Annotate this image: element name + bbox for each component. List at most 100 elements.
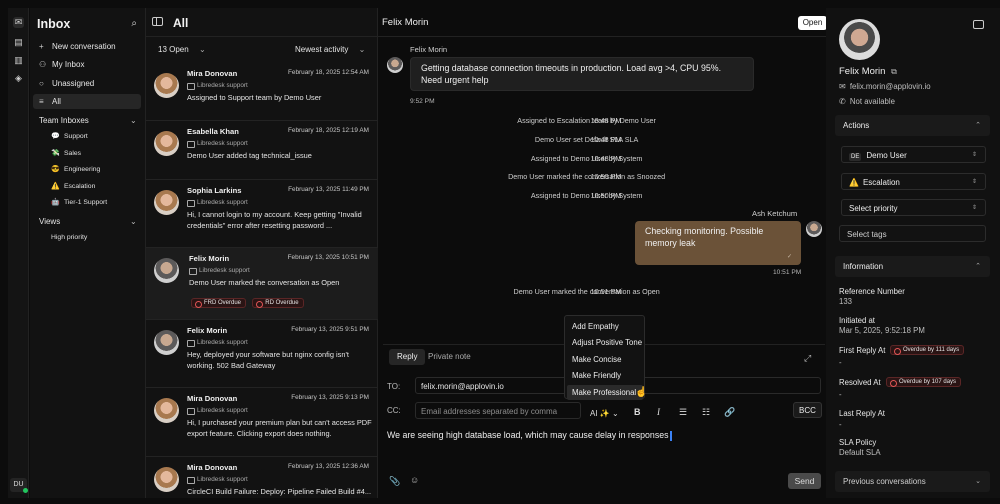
view-item-high-priority[interactable]: High priority — [51, 232, 87, 244]
conversation-item[interactable]: Mira Donovan February 18, 2025 12:54 AM … — [146, 63, 378, 121]
expand-icon[interactable]: ⤢ — [804, 353, 811, 364]
user-avatar[interactable]: DU — [10, 478, 28, 493]
mail-icon: ✉ — [839, 82, 846, 91]
app-window: ✉ ▤ ▥ ◈ DU Inbox ⌕ + New conversation ⚇ My… — [0, 0, 1000, 504]
chevron-down-icon: ⌄ — [198, 45, 206, 54]
avatar — [154, 467, 179, 492]
cc-field[interactable]: Email addresses separated by comma — [415, 402, 581, 419]
circle-icon: ○ — [39, 79, 44, 88]
customer-avatar — [387, 57, 403, 73]
team-item-escalation[interactable]: ⚠️ Escalation — [51, 181, 95, 193]
field-value: Default SLA — [839, 448, 881, 457]
sidebar: Inbox ⌕ + New conversation ⚇ My Inbox ○ Una… — [30, 8, 146, 498]
field-label: First Reply At — [839, 346, 886, 355]
sla-badge: FRD Overdue — [191, 298, 247, 308]
chevron-down-icon: ⌄ — [130, 217, 137, 226]
user-icon: ⚇ — [39, 60, 47, 69]
bcc-button[interactable]: BCC — [793, 402, 822, 418]
previous-conversations-header[interactable]: Previous conversations ⌄ — [835, 471, 990, 492]
robot-icon: 🤖 — [51, 199, 60, 206]
avatar — [154, 398, 179, 423]
chevron-updown-icon: ⇕ — [971, 205, 977, 211]
customer-message: Getting database connection timeouts in … — [410, 57, 754, 91]
field-value: 133 — [839, 297, 853, 306]
avatar — [154, 131, 179, 156]
menu-item-make-friendly[interactable]: Make Friendly — [567, 368, 643, 383]
overdue-badge: Overdue by 111 days — [890, 345, 965, 355]
warning-icon: ⚠️ — [849, 178, 859, 187]
external-link-icon[interactable]: ⧉ — [891, 67, 897, 76]
information-section-header[interactable]: Information ⌃ — [835, 256, 990, 277]
attachment-icon[interactable]: 📎 — [389, 476, 400, 487]
avatar — [154, 258, 179, 283]
priority-select[interactable]: Select priority ⇕ — [841, 199, 986, 216]
tab-private-note[interactable]: Private note — [420, 349, 479, 365]
send-button[interactable]: Send — [788, 473, 821, 489]
status-badge[interactable]: Open — [798, 16, 827, 30]
message-time: 9:52 PM — [410, 98, 435, 105]
tags-select[interactable]: Select tags — [839, 225, 986, 242]
conversation-item[interactable]: Mira Donovan February 13, 2025 12:36 AM … — [146, 457, 378, 498]
ai-button[interactable]: AI ✨ ⌄ — [590, 409, 619, 418]
book-icon[interactable]: ▤ — [13, 37, 24, 48]
team-item-support[interactable]: 💬 Support — [51, 131, 88, 143]
conversation-item[interactable]: Felix Morin February 13, 2025 9:51 PM Li… — [146, 320, 378, 388]
team-inboxes-header[interactable]: Team Inboxes ⌄ — [39, 116, 137, 125]
document-icon[interactable]: ▥ — [13, 55, 24, 66]
assignee-select[interactable]: DE Demo User ⇕ — [841, 146, 986, 163]
conversation-item[interactable]: Esabella Khan February 18, 2025 12:19 AM… — [146, 121, 378, 180]
link-icon[interactable]: 🔗 — [724, 407, 735, 418]
bold-icon[interactable]: B — [634, 407, 641, 417]
menu-item-adjust-positive-tone[interactable]: Adjust Positive Tone — [567, 335, 643, 350]
field-value: - — [839, 420, 842, 429]
agent-avatar — [806, 221, 822, 237]
shield-icon[interactable]: ◈ — [13, 73, 24, 84]
field-value: - — [839, 390, 842, 399]
message-time: 10:51 PM — [773, 269, 802, 276]
conversation-item[interactable]: Mira Donovan February 13, 2025 9:13 PM L… — [146, 388, 378, 457]
views-header[interactable]: Views ⌄ — [39, 217, 137, 226]
contact-name: Felix Morin ⧉ — [839, 66, 897, 77]
menu-item-make-professional[interactable]: Make Professional — [567, 385, 643, 400]
team-item-engineering[interactable]: 😎 Engineering — [51, 164, 100, 176]
sunglasses-icon: 😎 — [51, 166, 60, 173]
sidebar-item-new-conversation[interactable]: + New conversation — [33, 39, 141, 54]
team-select[interactable]: ⚠️ Escalation ⇕ — [841, 173, 986, 190]
cc-label: CC: — [387, 406, 401, 415]
team-item-tier1[interactable]: 🤖 Tier-1 Support — [51, 197, 107, 209]
money-icon: 💸 — [51, 150, 60, 157]
sidebar-toggle-icon[interactable] — [152, 17, 163, 26]
emoji-icon[interactable]: ☺ — [410, 475, 419, 485]
sidebar-item-my-inbox[interactable]: ⚇ My Inbox — [33, 57, 141, 72]
inbox-icon[interactable]: ✉ — [13, 17, 24, 28]
agent-message: Checking monitoring. Possible memory lea… — [635, 221, 801, 265]
ai-rewrite-menu: Add Empathy Adjust Positive Tone Make Co… — [564, 315, 645, 400]
chevron-down-icon: ⌄ — [130, 116, 137, 125]
speech-icon: 💬 — [51, 133, 60, 140]
sidebar-item-all[interactable]: ≡ All — [33, 94, 141, 109]
panel-toggle-icon[interactable] — [973, 20, 984, 29]
search-icon[interactable]: ⌕ — [131, 18, 137, 29]
menu-item-add-empathy[interactable]: Add Empathy — [567, 319, 643, 334]
numbered-list-icon[interactable]: ☷ — [702, 407, 710, 418]
avatar — [154, 330, 179, 355]
sidebar-item-unassigned[interactable]: ○ Unassigned — [33, 76, 141, 91]
menu-item-make-concise[interactable]: Make Concise — [567, 352, 643, 367]
conversation-item[interactable]: Sophia Larkins February 13, 2025 11:49 P… — [146, 180, 378, 248]
reply-editor[interactable]: We are seeing high database load, which … — [387, 430, 672, 441]
italic-icon[interactable]: I — [657, 407, 660, 417]
assignee-avatar: DE — [849, 153, 862, 161]
to-label: TO: — [387, 382, 401, 391]
sort-filter[interactable]: Newest activity ⌄ — [295, 45, 365, 54]
conversation-item-selected[interactable]: Felix Morin February 13, 2025 10:51 PM L… — [146, 248, 378, 320]
conversation-list: 13 Open ⌄ Newest activity ⌄ Mira Donovan… — [146, 8, 378, 498]
avatar — [154, 190, 179, 215]
check-icon: ✓ — [787, 254, 793, 260]
status-filter[interactable]: 13 Open ⌄ — [158, 45, 206, 54]
message-sender: Felix Morin — [410, 45, 448, 54]
field-label: Last Reply At — [839, 409, 885, 418]
actions-section-header[interactable]: Actions ⌃ — [835, 115, 990, 136]
bullet-list-icon[interactable]: ☰ — [679, 407, 687, 418]
plus-icon: + — [39, 42, 44, 51]
team-item-sales[interactable]: 💸 Sales — [51, 148, 81, 160]
